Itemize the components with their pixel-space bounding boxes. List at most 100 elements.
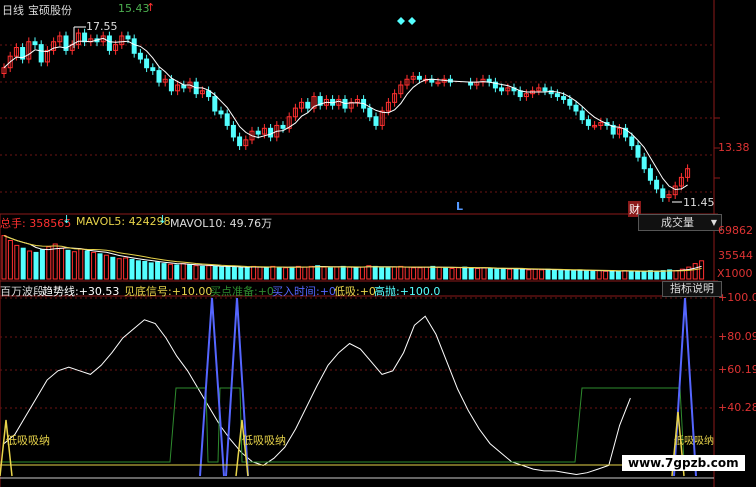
volume-bar (500, 268, 506, 280)
indicator-name[interactable]: 百万波段 (0, 283, 44, 299)
volume-bar (59, 247, 65, 280)
marker-L: L (456, 200, 464, 213)
volume-bar (7, 240, 13, 280)
candle-body (573, 104, 579, 112)
indicator-item: 趋势线:+30.53 (42, 285, 120, 298)
volume-bar (334, 266, 340, 280)
volume-bar (20, 247, 26, 280)
buy-annotation: 低吸吸纳 (242, 434, 286, 447)
volume-bar (513, 268, 519, 280)
volume-bar (270, 265, 276, 280)
volume-bar (174, 264, 180, 280)
volume-bar (103, 254, 109, 280)
volume-bar (596, 270, 602, 280)
volume-bar (97, 253, 103, 280)
price-ma-line (3, 37, 688, 191)
candle-body (150, 67, 156, 72)
volume-bar (692, 263, 698, 280)
candle-body (305, 101, 311, 109)
volume-bar (558, 270, 564, 280)
volume-bar (193, 265, 199, 280)
volume-bar (78, 248, 84, 280)
volume-bar (148, 262, 154, 280)
signal-diamond-icon (397, 17, 405, 25)
mavol10-label: MAVOL10: 49.76万 (170, 217, 273, 230)
volume-indicator-dropdown[interactable]: 成交量 ▼ (638, 214, 722, 231)
candle-body (106, 35, 112, 51)
volume-axis-label-0: 69862 (718, 224, 753, 237)
watermark: www.7gpzb.com (622, 455, 745, 471)
volume-bar (391, 266, 397, 280)
volume-bar (302, 266, 308, 280)
volume-bar (187, 264, 193, 280)
volume-bar (321, 266, 327, 280)
candle-body (156, 70, 162, 83)
volume-bar (622, 270, 628, 280)
price-axis-label: 13.38 (718, 141, 750, 154)
indicator-help-button[interactable]: 指标说明 (662, 281, 722, 297)
volume-bar (379, 266, 385, 280)
volume-bar (635, 271, 641, 280)
buy-annotation: 低吸吸纳 (6, 434, 50, 447)
period-label[interactable]: 日线 (2, 2, 24, 18)
volume-bar (609, 270, 615, 280)
volume-bar (283, 267, 289, 280)
volume-bar (225, 265, 231, 280)
volume-bar (551, 269, 557, 280)
volume-bar (699, 260, 705, 280)
low-buy-spike (0, 419, 13, 477)
volume-bar (641, 270, 647, 280)
volume-bar (404, 266, 410, 280)
volume-bar (33, 251, 39, 280)
last-price: 15.43 (118, 2, 150, 15)
volume-bar (590, 270, 596, 280)
volume-bar (180, 263, 186, 280)
volume-bar (27, 250, 33, 280)
volume-bar (206, 265, 212, 280)
volume-bar (295, 265, 301, 280)
mavol5-label: MAVOL5: 424298 (76, 215, 171, 228)
stock-name: 宝硕股份 (28, 4, 72, 17)
volume-bar (244, 266, 250, 280)
candle-body (542, 87, 548, 92)
candle-body (212, 96, 218, 112)
volume-bar (199, 265, 205, 280)
buy-time-spike (199, 297, 225, 477)
volume-bar (46, 246, 52, 280)
volume-bar (129, 258, 135, 280)
volume-bar (468, 267, 474, 280)
volume-bar (615, 270, 621, 280)
candle-body (125, 35, 131, 40)
indicator-lines (0, 297, 714, 479)
volume-bar (475, 268, 481, 280)
volume-bar (532, 268, 538, 280)
candle-body (224, 113, 230, 126)
volume-bar (507, 268, 513, 280)
candle-body (629, 136, 635, 147)
volume-bar (462, 266, 468, 280)
volume-bar (347, 266, 353, 280)
candle-body (373, 116, 379, 126)
indicator-item: 买入时间:+0 (272, 285, 336, 298)
volume-bar (564, 269, 570, 280)
candle-body (654, 179, 660, 190)
volume-bar (212, 265, 218, 280)
total-volume-label: 总手: 358565 (0, 217, 72, 230)
volume-bar (39, 249, 45, 280)
volume-bar (308, 265, 314, 280)
volume-bar (1, 235, 7, 280)
volume-bar (276, 266, 282, 280)
volume-bar (436, 266, 442, 280)
indicator-item: 低吸:+0 (334, 285, 376, 298)
stock-chart-canvas (0, 0, 720, 487)
buy-prep-line (0, 387, 714, 463)
volume-bar (423, 266, 429, 280)
volume-bar (110, 256, 116, 280)
volume-bar (359, 266, 365, 280)
volume-bar (251, 265, 257, 280)
volume-bar (123, 257, 129, 280)
candle-body (579, 110, 585, 121)
candle-body (660, 188, 666, 199)
volume-bar (142, 261, 148, 280)
candle-body (82, 32, 88, 43)
